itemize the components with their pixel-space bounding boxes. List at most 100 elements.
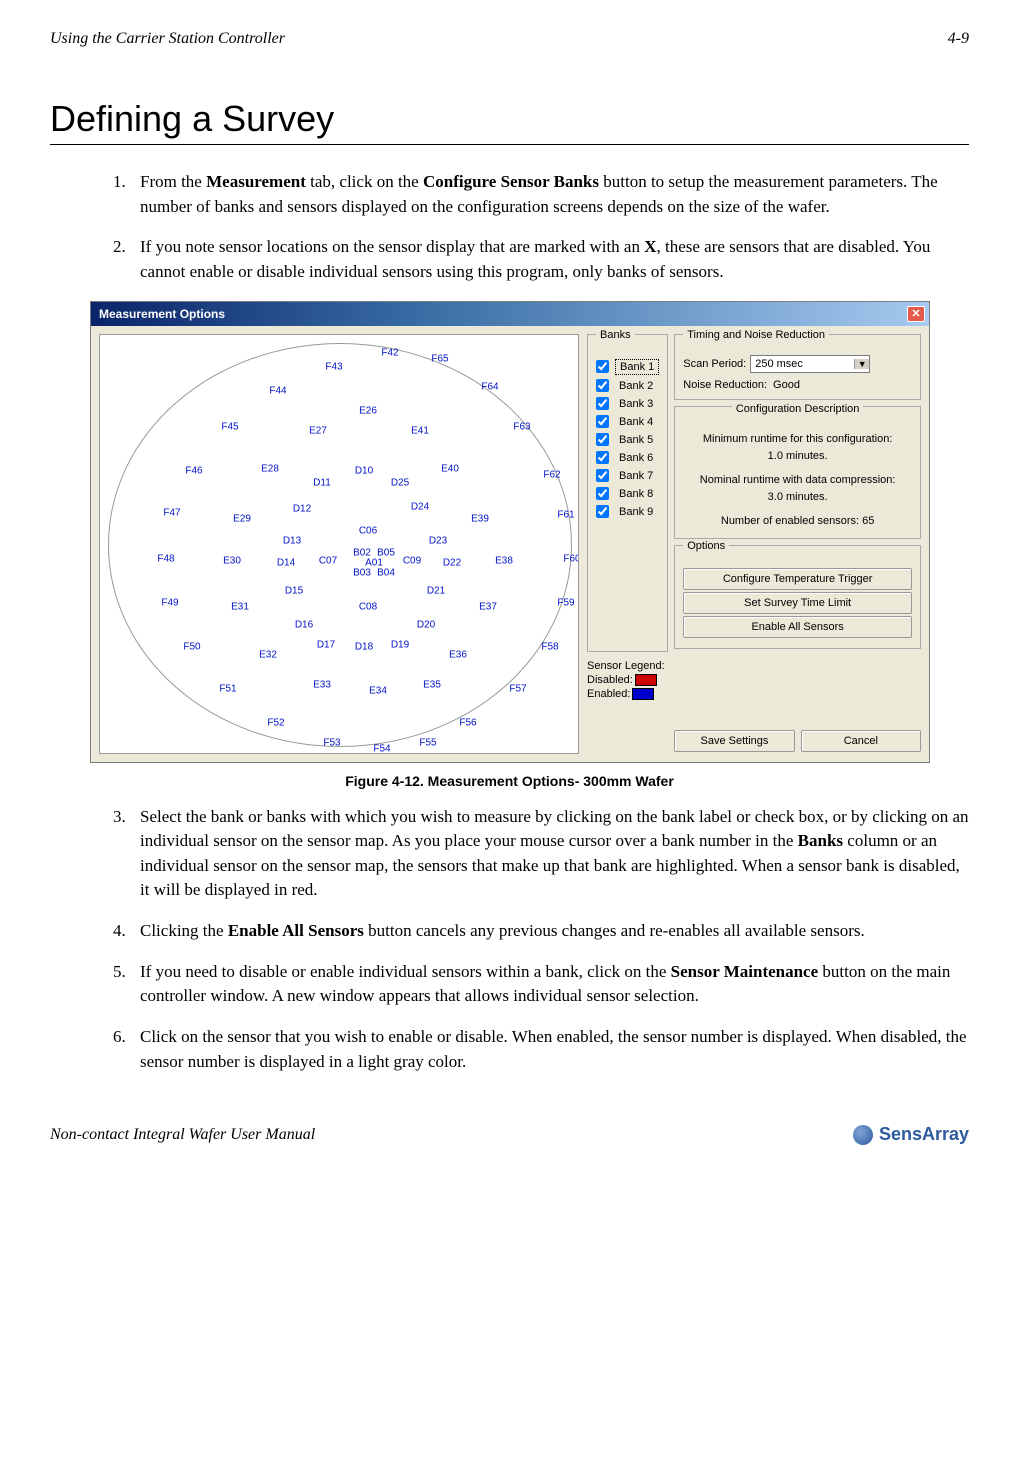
sensor-F51[interactable]: F51 — [219, 683, 236, 694]
sensor-F45[interactable]: F45 — [221, 421, 238, 432]
enabled-swatch — [632, 688, 654, 700]
min-runtime-value: 1.0 minutes. — [683, 448, 912, 465]
set-survey-time-limit-button[interactable]: Set Survey Time Limit — [683, 592, 912, 614]
timing-group: Timing and Noise Reduction Scan Period: … — [674, 334, 921, 400]
step-3: Select the bank or banks with which you … — [130, 805, 969, 904]
sensor-E29[interactable]: E29 — [233, 513, 251, 524]
sensor-F47[interactable]: F47 — [163, 507, 180, 518]
sensor-E39[interactable]: E39 — [471, 513, 489, 524]
bank-checkbox-5[interactable] — [596, 433, 609, 446]
sensor-E31[interactable]: E31 — [231, 601, 249, 612]
sensor-D25[interactable]: D25 — [391, 477, 409, 488]
bank-checkbox-7[interactable] — [596, 469, 609, 482]
sensor-D20[interactable]: D20 — [417, 619, 435, 630]
sensor-F59[interactable]: F59 — [557, 597, 574, 608]
sensor-E33[interactable]: E33 — [313, 679, 331, 690]
sensor-D11[interactable]: D11 — [313, 477, 331, 488]
sensor-C07[interactable]: C07 — [319, 555, 337, 566]
sensor-F42[interactable]: F42 — [381, 347, 398, 358]
bank-item-2[interactable]: Bank 2 — [596, 379, 659, 393]
sensor-D22[interactable]: D22 — [443, 557, 461, 568]
sensor-E34[interactable]: E34 — [369, 685, 387, 696]
cancel-button[interactable]: Cancel — [801, 730, 921, 752]
sensor-D19[interactable]: D19 — [391, 639, 409, 650]
logo-icon — [853, 1125, 873, 1145]
sensor-E32[interactable]: E32 — [259, 649, 277, 660]
bank-checkbox-1[interactable] — [596, 360, 609, 373]
disabled-swatch — [635, 674, 657, 686]
sensor-D18[interactable]: D18 — [355, 641, 373, 652]
disabled-label: Disabled: — [587, 674, 633, 686]
bank-checkbox-6[interactable] — [596, 451, 609, 464]
bank-checkbox-8[interactable] — [596, 487, 609, 500]
timing-group-title: Timing and Noise Reduction — [683, 329, 829, 341]
sensor-F61[interactable]: F61 — [557, 509, 574, 520]
sensor-F60[interactable]: F60 — [563, 553, 579, 564]
bank-item-1[interactable]: Bank 1 — [596, 359, 659, 375]
sensor-F49[interactable]: F49 — [161, 597, 178, 608]
sensor-E28[interactable]: E28 — [261, 463, 279, 474]
sensor-D21[interactable]: D21 — [427, 585, 445, 596]
enable-all-sensors-button[interactable]: Enable All Sensors — [683, 616, 912, 638]
sensor-B03[interactable]: B03 — [353, 567, 371, 578]
bank-checkbox-2[interactable] — [596, 379, 609, 392]
sensor-E38[interactable]: E38 — [495, 555, 513, 566]
sensor-F53[interactable]: F53 — [323, 737, 340, 748]
bank-item-9[interactable]: Bank 9 — [596, 505, 659, 519]
sensor-D16[interactable]: D16 — [295, 619, 313, 630]
sensor-F62[interactable]: F62 — [543, 469, 560, 480]
sensor-C06[interactable]: C06 — [359, 525, 377, 536]
configure-temp-trigger-button[interactable]: Configure Temperature Trigger — [683, 568, 912, 590]
sensor-F46[interactable]: F46 — [185, 465, 202, 476]
sensor-F65[interactable]: F65 — [431, 353, 448, 364]
sensor-F63[interactable]: F63 — [513, 421, 530, 432]
sensor-D14[interactable]: D14 — [277, 557, 295, 568]
sensor-F43[interactable]: F43 — [325, 361, 342, 372]
sensor-E37[interactable]: E37 — [479, 601, 497, 612]
config-desc-title: Configuration Description — [732, 401, 864, 418]
sensor-F48[interactable]: F48 — [157, 553, 174, 564]
bank-item-8[interactable]: Bank 8 — [596, 487, 659, 501]
sensor-F57[interactable]: F57 — [509, 683, 526, 694]
sensor-B04[interactable]: B04 — [377, 567, 395, 578]
sensor-E35[interactable]: E35 — [423, 679, 441, 690]
sensor-E41[interactable]: E41 — [411, 425, 429, 436]
save-settings-button[interactable]: Save Settings — [674, 730, 794, 752]
sensor-F54[interactable]: F54 — [373, 743, 390, 754]
sensor-D17[interactable]: D17 — [317, 639, 335, 650]
bank-item-4[interactable]: Bank 4 — [596, 415, 659, 429]
sensor-F56[interactable]: F56 — [459, 717, 476, 728]
bank-item-7[interactable]: Bank 7 — [596, 469, 659, 483]
sensor-E36[interactable]: E36 — [449, 649, 467, 660]
wafer-sensor-map[interactable]: F42 F43 F65 F44 F64 E26 F45 E27 E41 F63 E28 D10 E40 F… — [99, 334, 579, 754]
sensor-D15[interactable]: D15 — [285, 585, 303, 596]
sensor-F44[interactable]: F44 — [269, 385, 286, 396]
sensor-E30[interactable]: E30 — [223, 555, 241, 566]
nom-runtime-value: 3.0 minutes. — [683, 489, 912, 506]
sensor-D13[interactable]: D13 — [283, 535, 301, 546]
sensor-E40[interactable]: E40 — [441, 463, 459, 474]
sensor-C08[interactable]: C08 — [359, 601, 377, 612]
bank-item-3[interactable]: Bank 3 — [596, 397, 659, 411]
sensor-D23[interactable]: D23 — [429, 535, 447, 546]
bank-checkbox-4[interactable] — [596, 415, 609, 428]
bank-checkbox-9[interactable] — [596, 505, 609, 518]
sensor-E27[interactable]: E27 — [309, 425, 327, 436]
close-button[interactable]: ✕ — [907, 306, 925, 322]
sensor-C09[interactable]: C09 — [403, 555, 421, 566]
sensor-D24[interactable]: D24 — [411, 501, 429, 512]
sensor-D12[interactable]: D12 — [293, 503, 311, 514]
sensor-F52[interactable]: F52 — [267, 717, 284, 728]
sensor-F55[interactable]: F55 — [419, 737, 436, 748]
bank-item-6[interactable]: Bank 6 — [596, 451, 659, 465]
scan-period-select[interactable]: 250 msec ▼ — [750, 355, 870, 373]
sensor-D10[interactable]: D10 — [355, 465, 373, 476]
sensor-F64[interactable]: F64 — [481, 381, 498, 392]
section-title: Defining a Survey — [50, 98, 969, 145]
sensor-F58[interactable]: F58 — [541, 641, 558, 652]
sensor-E26[interactable]: E26 — [359, 405, 377, 416]
bank-item-5[interactable]: Bank 5 — [596, 433, 659, 447]
banks-group-title: Banks — [596, 329, 635, 341]
bank-checkbox-3[interactable] — [596, 397, 609, 410]
sensor-F50[interactable]: F50 — [183, 641, 200, 652]
